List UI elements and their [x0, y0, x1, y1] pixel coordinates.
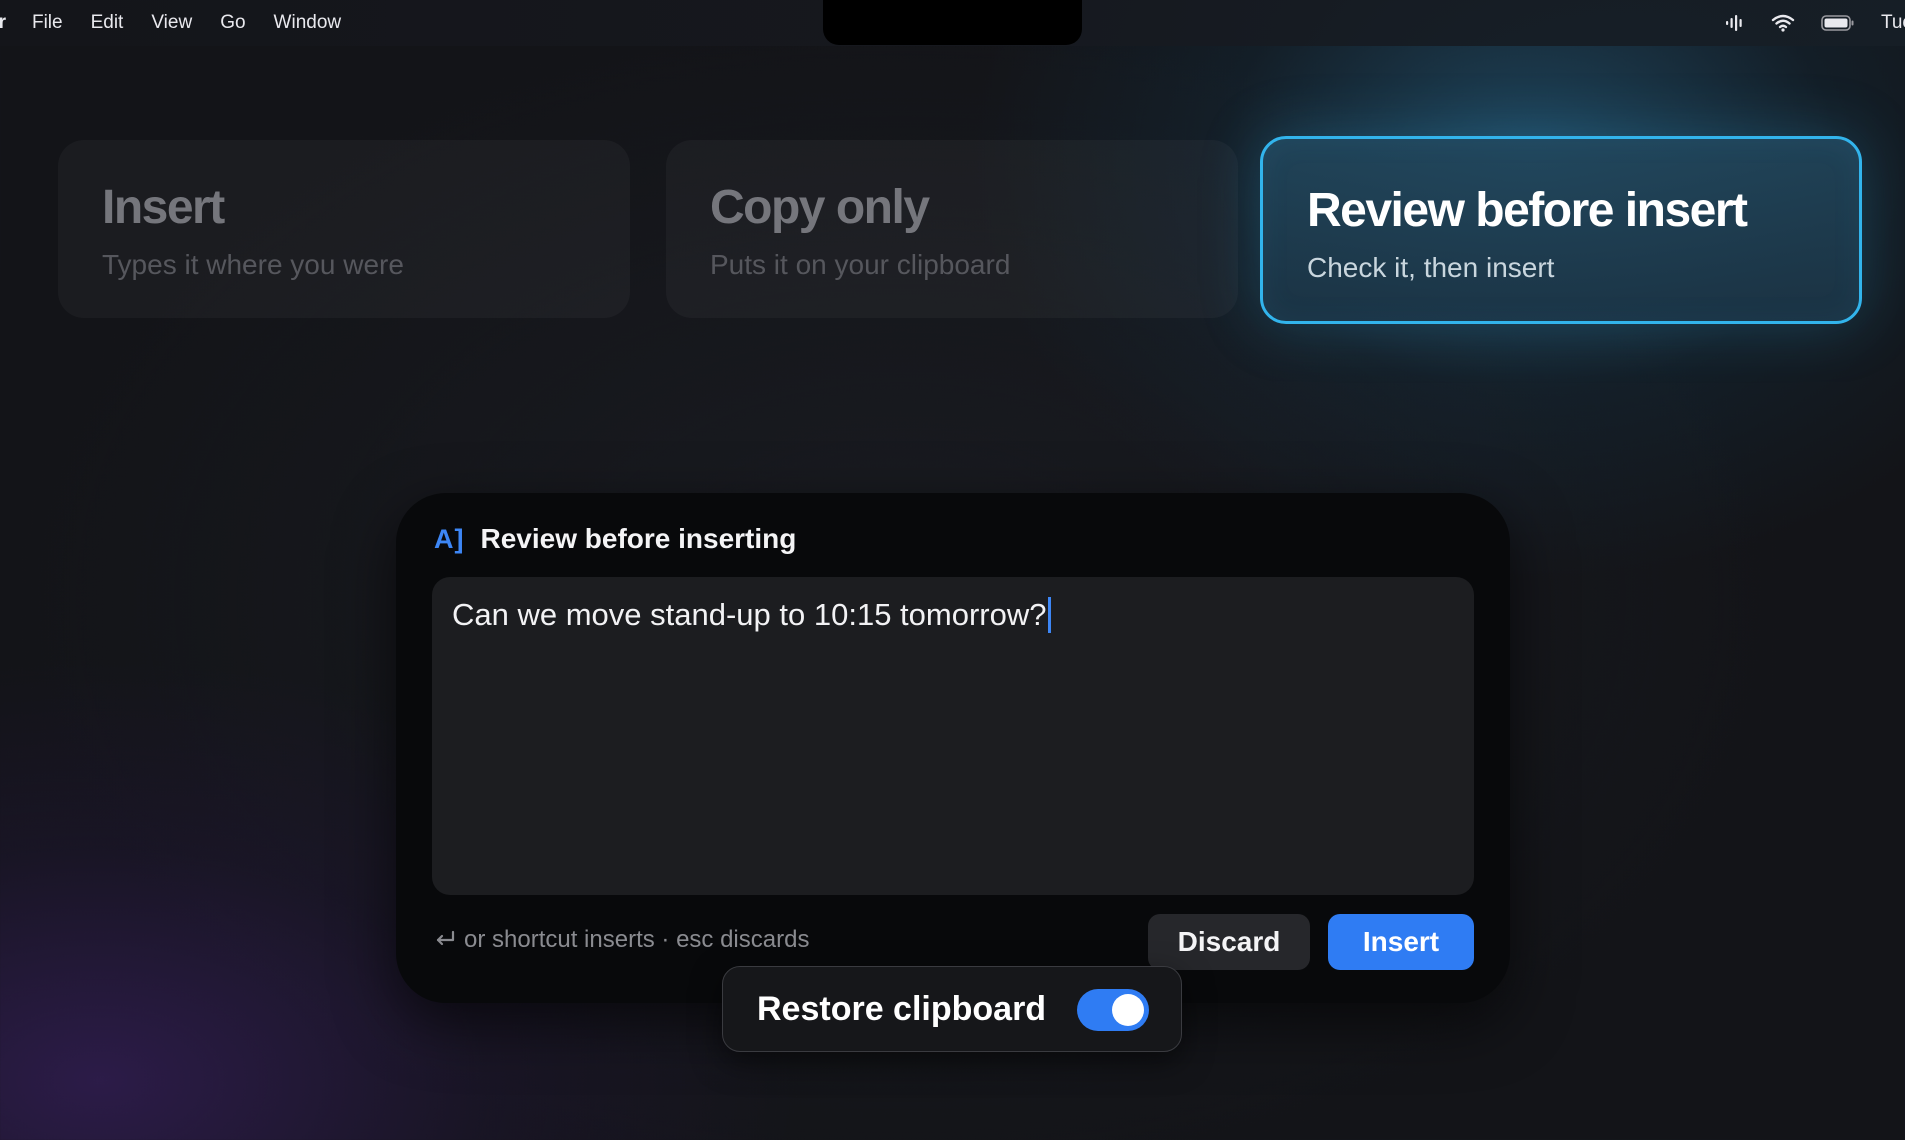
menu-bar: er File Edit View Go Window — [0, 0, 1905, 46]
toggle-knob — [1112, 994, 1144, 1026]
text-cursor — [1048, 597, 1052, 633]
insert-button[interactable]: Insert — [1328, 914, 1474, 970]
mode-card-title: Copy only — [710, 181, 930, 234]
restore-clipboard-toggle[interactable] — [1077, 989, 1149, 1031]
menu-edit[interactable]: Edit — [91, 12, 124, 34]
mode-card-title: Insert — [102, 181, 225, 234]
menu-go[interactable]: Go — [220, 12, 245, 34]
mode-card-subtitle: Check it, then insert — [1307, 252, 1555, 283]
mode-card-title: Review before insert — [1307, 184, 1748, 237]
mode-card-insert[interactable]: Insert Types it where you were — [58, 140, 630, 318]
review-text-editor[interactable]: Can we move stand-up to 10:15 tomorrow? — [432, 577, 1474, 895]
mode-card-subtitle: Puts it on your clipboard — [710, 249, 1011, 280]
shortcut-hint-text: or shortcut inserts · esc discards — [464, 926, 810, 953]
menu-app-name[interactable]: er — [0, 12, 6, 34]
camera-notch — [823, 0, 1082, 45]
mode-card-copy-only[interactable]: Copy only Puts it on your clipboard — [666, 140, 1238, 318]
menu-clock[interactable]: Tue — [1881, 12, 1905, 34]
menu-bar-left: er File Edit View Go Window — [0, 0, 369, 46]
shortcut-hint: or shortcut inserts · esc discards — [434, 926, 809, 954]
discard-button[interactable]: Discard — [1148, 914, 1310, 970]
wifi-icon[interactable] — [1771, 14, 1795, 32]
status-area: Tue — [1725, 0, 1905, 46]
review-panel: A] Review before inserting Can we move s… — [396, 493, 1510, 1003]
app-badge-icon: A] — [434, 523, 465, 554]
menu-view[interactable]: View — [151, 12, 192, 34]
restore-clipboard-row: Restore clipboard — [722, 966, 1182, 1052]
mode-card-review-before-insert[interactable]: Review before insert Check it, then inse… — [1260, 136, 1862, 324]
restore-clipboard-label: Restore clipboard — [757, 989, 1047, 1028]
menu-file[interactable]: File — [32, 12, 63, 34]
menu-window[interactable]: Window — [274, 12, 342, 34]
mode-card-subtitle: Types it where you were — [102, 249, 404, 280]
review-text-content[interactable]: Can we move stand-up to 10:15 tomorrow? — [452, 597, 1046, 632]
review-panel-header: A] Review before inserting — [434, 523, 796, 555]
battery-icon[interactable] — [1821, 14, 1855, 32]
voice-memo-icon[interactable] — [1725, 15, 1745, 31]
return-icon — [434, 930, 456, 950]
review-panel-title: Review before inserting — [480, 523, 797, 554]
